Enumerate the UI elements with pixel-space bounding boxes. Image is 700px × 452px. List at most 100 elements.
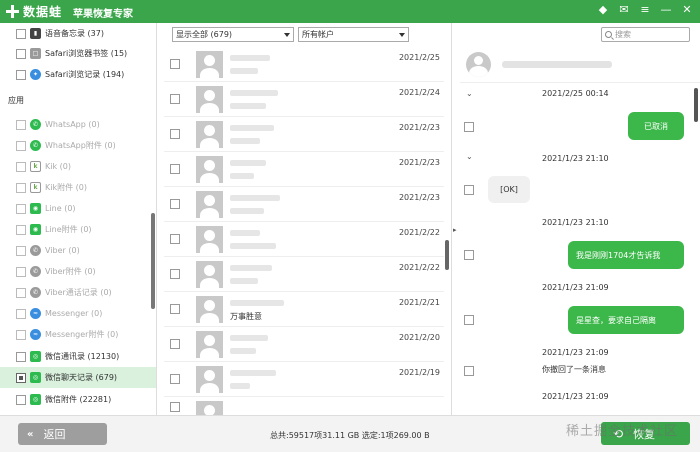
sidebar-checkbox[interactable]: [16, 203, 26, 214]
list-item[interactable]: 2021/2/23: [164, 152, 444, 187]
sidebar-item-safari-bookmarks[interactable]: □ Safari浏览器书签 (15): [0, 43, 156, 64]
sidebar-checkbox[interactable]: [16, 372, 26, 383]
row-checkbox[interactable]: [170, 164, 180, 174]
row-checkbox[interactable]: [170, 234, 180, 244]
sidebar-checkbox[interactable]: [16, 266, 26, 277]
avatar: [196, 86, 223, 113]
row-checkbox[interactable]: [170, 269, 180, 279]
list-item[interactable]: 2021/2/23: [164, 187, 444, 222]
message-date: 2021/2/23: [398, 193, 440, 202]
line-icon: ◉: [30, 203, 41, 214]
avatar: [196, 156, 223, 183]
message-timestamp: 2021/1/23 21:10: [542, 154, 609, 163]
sidebar-item-messenger-attachments[interactable]: ≈ Messenger附件 (0): [0, 324, 156, 345]
list-item[interactable]: 2021/2/20: [164, 327, 444, 362]
sidebar-item-messenger[interactable]: ≈ Messenger (0): [0, 303, 156, 324]
kik-icon: k: [30, 182, 41, 193]
sidebar-checkbox[interactable]: [16, 351, 26, 362]
back-button[interactable]: « 返回: [18, 423, 107, 445]
row-checkbox[interactable]: [170, 402, 180, 412]
row-checkbox[interactable]: [170, 129, 180, 139]
filter-dropdown[interactable]: 显示全部 (679): [172, 27, 294, 42]
blurred-preview: [230, 138, 260, 144]
sidebar-checkbox[interactable]: [16, 140, 26, 151]
menu-icon[interactable]: ≡: [638, 3, 652, 17]
sidebar-item-wechat-chats[interactable]: ◎ 微信聊天记录 (679): [0, 367, 156, 388]
sidebar-checkbox[interactable]: [16, 69, 26, 80]
row-checkbox[interactable]: [170, 199, 180, 209]
splitter-arrow-icon[interactable]: ▸: [453, 226, 457, 234]
sidebar-item-viber[interactable]: ✆ Viber (0): [0, 240, 156, 261]
sidebar-checkbox[interactable]: [16, 287, 26, 298]
row-checkbox[interactable]: [170, 304, 180, 314]
list-item[interactable]: 万事胜意 2021/2/21: [164, 292, 444, 327]
sidebar-item-kik[interactable]: k Kik (0): [0, 156, 156, 177]
search-icon: [605, 31, 612, 38]
line-icon: ◉: [30, 224, 41, 235]
sidebar-item-label: Line附件 (0): [45, 225, 92, 234]
blurred-preview: [230, 278, 258, 284]
list-item[interactable]: 2021/2/24: [164, 82, 444, 117]
row-checkbox[interactable]: [170, 339, 180, 349]
message-timestamp: 2021/1/23 21:09: [542, 283, 609, 292]
minimize-icon[interactable]: —: [659, 3, 673, 17]
sidebar-item-safari-history[interactable]: ✦ Safari浏览记录 (194): [0, 64, 156, 85]
sidebar-item-line[interactable]: ◉ Line (0): [0, 198, 156, 219]
message-checkbox[interactable]: [464, 122, 474, 132]
message-date: 2021/2/22: [398, 263, 440, 272]
message-date: 2021/2/23: [398, 158, 440, 167]
message-bubble-outgoing: 我是刚刚1704才告诉我: [568, 241, 684, 269]
chevron-down-icon[interactable]: ⌄: [466, 89, 473, 98]
sidebar-checkbox[interactable]: [16, 245, 26, 256]
message-checkbox[interactable]: [464, 250, 474, 260]
sidebar-checkbox[interactable]: [16, 224, 26, 235]
sidebar-item-wechat-contacts[interactable]: ◎ 微信通讯录 (12130): [0, 346, 156, 367]
panel-splitter[interactable]: [451, 23, 459, 415]
messenger-icon: ≈: [30, 308, 41, 319]
blurred-name: [230, 90, 278, 96]
list-item[interactable]: 2021/2/22: [164, 222, 444, 257]
list-item[interactable]: 2021/2/19: [164, 362, 444, 397]
chevron-down-icon[interactable]: ⌄: [466, 152, 473, 161]
sidebar-scrollbar[interactable]: [151, 213, 155, 309]
sidebar-checkbox[interactable]: [16, 329, 26, 340]
mail-icon[interactable]: ✉: [617, 3, 631, 17]
sidebar-checkbox[interactable]: [16, 48, 26, 59]
close-icon[interactable]: ✕: [680, 3, 694, 17]
sidebar-item-line-attachments[interactable]: ◉ Line附件 (0): [0, 219, 156, 240]
sidebar-checkbox[interactable]: [16, 28, 26, 39]
diamond-icon[interactable]: ◆: [596, 3, 610, 17]
sidebar-item-whatsapp[interactable]: ✆ WhatsApp (0): [0, 114, 156, 135]
list-item[interactable]: 2021/2/22: [164, 257, 444, 292]
chat-scrollbar[interactable]: [694, 88, 698, 122]
sidebar-checkbox[interactable]: [16, 308, 26, 319]
sidebar-item-voice-memos[interactable]: ▮ 语音备忘录 (37): [0, 23, 156, 44]
list-item[interactable]: 2021/2/25: [164, 47, 444, 82]
sidebar-item-viber-calls[interactable]: ✆ Viber通话记录 (0): [0, 282, 156, 303]
sidebar-checkbox[interactable]: [16, 161, 26, 172]
account-dropdown[interactable]: 所有帐户: [298, 27, 409, 42]
recall-notice: 你撤回了一条消息: [542, 365, 606, 374]
message-checkbox[interactable]: [464, 366, 474, 376]
sidebar-checkbox[interactable]: [16, 394, 26, 405]
list-item[interactable]: [164, 397, 444, 415]
message-checkbox[interactable]: [464, 185, 474, 195]
sidebar-item-viber-attachments[interactable]: ✆ Viber附件 (0): [0, 261, 156, 282]
message-preview: 万事胜意: [230, 312, 262, 321]
search-input[interactable]: 搜索: [601, 27, 690, 42]
sidebar-item-kik-attachments[interactable]: k Kik附件 (0): [0, 177, 156, 198]
sidebar-item-whatsapp-attachments[interactable]: ✆ WhatsApp附件 (0): [0, 135, 156, 156]
sidebar-checkbox[interactable]: [16, 182, 26, 193]
list-scrollbar[interactable]: [445, 240, 449, 270]
row-checkbox[interactable]: [170, 374, 180, 384]
message-checkbox[interactable]: [464, 315, 474, 325]
list-item[interactable]: 2021/2/23: [164, 117, 444, 152]
message-timestamp: 2021/1/23 21:09: [542, 348, 609, 357]
sidebar-checkbox[interactable]: [16, 119, 26, 130]
row-checkbox[interactable]: [170, 94, 180, 104]
search-placeholder: 搜索: [615, 30, 631, 39]
message-date: 2021/2/19: [398, 368, 440, 377]
title-bar: 数据蛙 苹果恢复专家 ◆ ✉ ≡ — ✕: [0, 0, 700, 23]
sidebar-item-wechat-attachments[interactable]: ◎ 微信附件 (22281): [0, 389, 156, 410]
row-checkbox[interactable]: [170, 59, 180, 69]
